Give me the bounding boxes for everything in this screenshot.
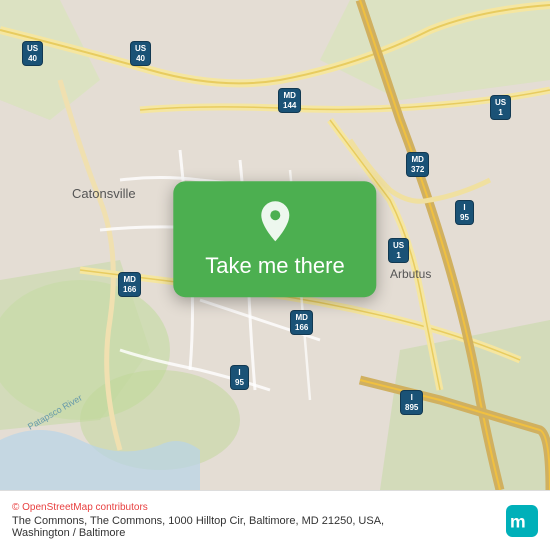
map-container: Catonsville Arbutus Patapsco River US US… <box>0 0 550 490</box>
svg-text:Catonsville: Catonsville <box>72 186 136 201</box>
address-text: The Commons, The Commons, 1000 Hilltop C… <box>12 515 442 539</box>
moovit-logo-svg: m <box>506 505 538 537</box>
road-badge-us1-mid: US 1 <box>388 238 409 263</box>
svg-text:m: m <box>510 511 526 531</box>
svg-text:Arbutus: Arbutus <box>390 267 431 281</box>
moovit-logo: m <box>506 505 538 537</box>
road-badge-us1-top: US 1 <box>490 95 511 120</box>
footer: © OpenStreetMap contributors The Commons… <box>0 490 550 550</box>
road-badge-md166-left: MD 166 <box>118 272 141 297</box>
footer-left: © OpenStreetMap contributors The Commons… <box>12 502 442 539</box>
road-badge-i95-top: I 95 <box>455 200 474 225</box>
road-badge-md144: MD 144 <box>278 88 301 113</box>
location-pin-icon <box>257 199 293 243</box>
take-me-there-button[interactable]: Take me there <box>205 253 344 279</box>
road-badge-md372: MD 372 <box>406 152 429 177</box>
road-badge-md166-right: MD 166 <box>290 310 313 335</box>
road-badge-us40: US US 40 40 <box>22 41 43 66</box>
road-badge-us40-2: US 40 <box>130 41 151 66</box>
osm-credit: © OpenStreetMap contributors <box>12 502 442 513</box>
road-badge-i895: I 895 <box>400 390 423 415</box>
take-me-there-overlay[interactable]: Take me there <box>173 181 376 297</box>
road-badge-i95-bottom: I 95 <box>230 365 249 390</box>
